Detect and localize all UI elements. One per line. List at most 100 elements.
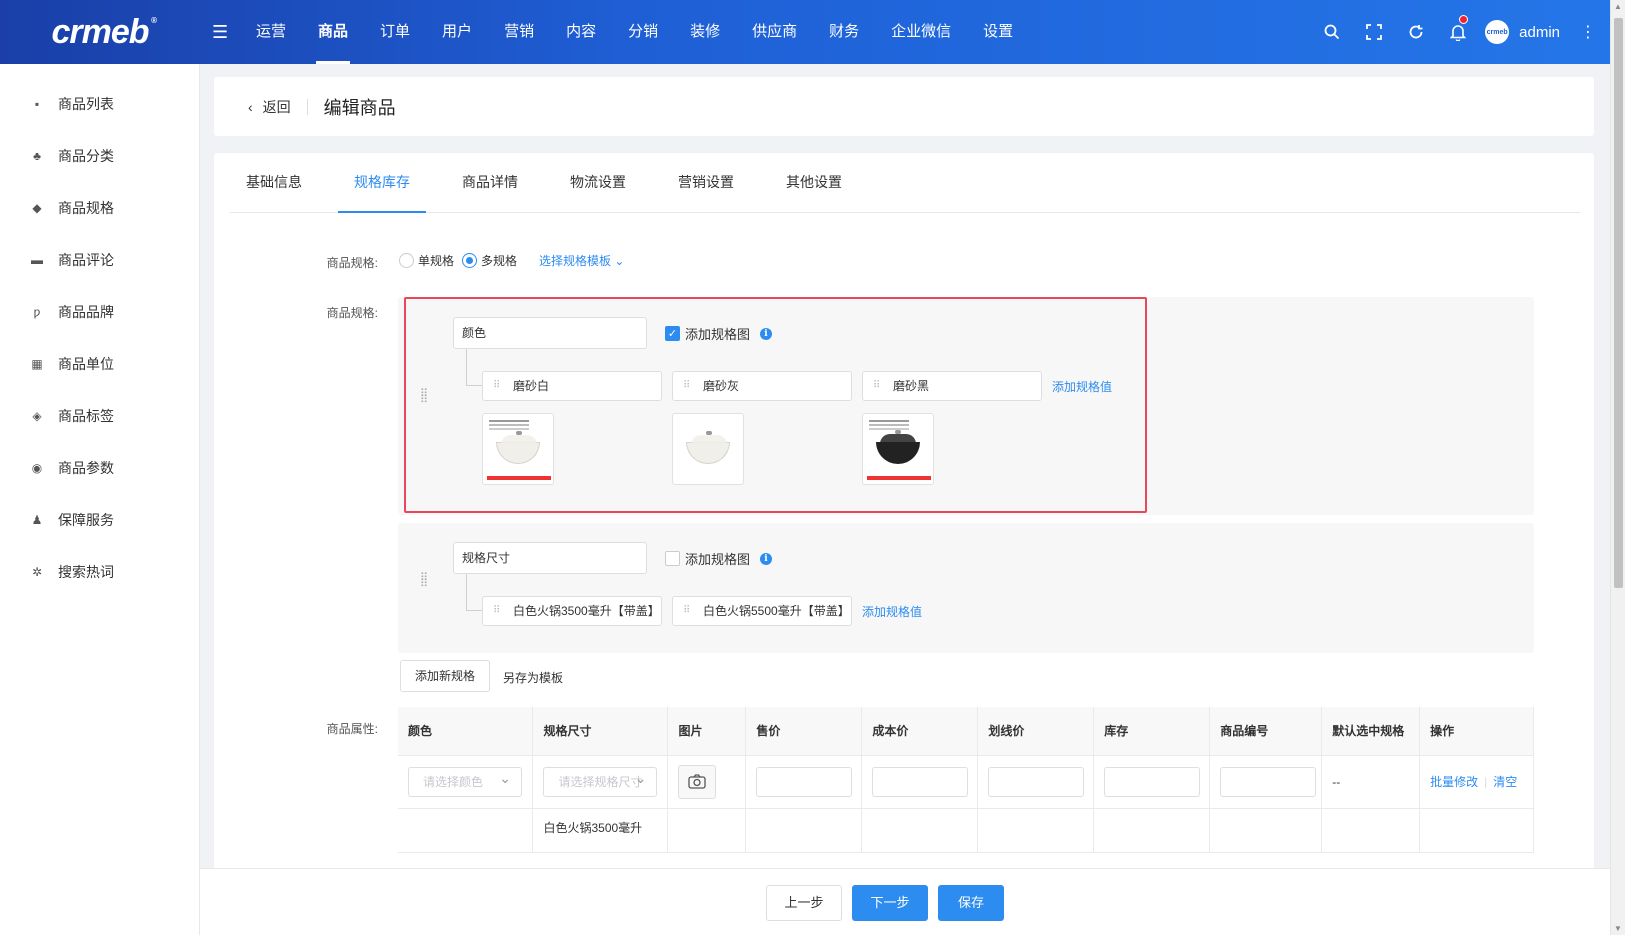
search-icon[interactable] bbox=[1311, 0, 1353, 64]
spec-value-input[interactable]: ⠿ 磨砂黑 bbox=[862, 371, 1042, 401]
nav-item-settings[interactable]: 设置 bbox=[967, 0, 1029, 64]
cost-input[interactable] bbox=[872, 766, 969, 797]
spec-label: 商品规格: bbox=[326, 306, 378, 320]
nav-item-marketing[interactable]: 营销 bbox=[488, 0, 550, 64]
single-spec-label[interactable]: 单规格 bbox=[418, 252, 454, 269]
nav-item-content[interactable]: 内容 bbox=[550, 0, 612, 64]
info-icon[interactable]: i bbox=[760, 552, 773, 565]
sidebar-item-product-params[interactable]: ◉ 商品参数 bbox=[0, 442, 199, 494]
sidebar-item-product-brand[interactable]: ƿ 商品品牌 bbox=[0, 286, 199, 338]
tab-other[interactable]: 其他设置 bbox=[770, 153, 858, 213]
bell-icon[interactable] bbox=[1437, 0, 1479, 64]
cell-price bbox=[745, 808, 863, 853]
add-new-spec-button[interactable]: 添加新规格 bbox=[400, 660, 491, 692]
camera-icon[interactable] bbox=[678, 764, 717, 799]
tab-spec-stock[interactable]: 规格库存 bbox=[338, 153, 426, 213]
nav-item-orders[interactable]: 订单 bbox=[364, 0, 426, 64]
add-spec-value-link[interactable]: 添加规格值 bbox=[1052, 378, 1112, 395]
column-header: 划线价 bbox=[977, 707, 1095, 756]
tag-icon: ◈ bbox=[32, 409, 42, 423]
logo-text: crmeb bbox=[51, 12, 149, 51]
avatar[interactable]: crmeb bbox=[1485, 20, 1510, 44]
scroll-up-icon[interactable]: ▲ bbox=[1614, 2, 1622, 11]
add-spec-image-label: 添加规格图 bbox=[685, 552, 751, 567]
tab-bar: 基础信息 规格库存 商品详情 物流设置 营销设置 其他设置 bbox=[230, 153, 1580, 213]
spec-value-input[interactable]: ⠿ 白色火锅5500毫升【带盖】 bbox=[672, 596, 852, 626]
add-spec-value-link[interactable]: 添加规格值 bbox=[862, 603, 922, 620]
nav-item-users[interactable]: 用户 bbox=[426, 0, 488, 64]
checkbox-unchecked-icon[interactable] bbox=[665, 551, 680, 566]
add-spec-image-option[interactable]: ✓ 添加规格图 i bbox=[665, 324, 773, 343]
size-select[interactable]: 请选择规格尺寸 bbox=[543, 766, 658, 797]
fullscreen-icon[interactable] bbox=[1353, 0, 1395, 64]
sidebar-item-product-category[interactable]: ♣ 商品分类 bbox=[0, 130, 199, 182]
sidebar-item-hot-search[interactable]: ✲ 搜索热词 bbox=[0, 546, 199, 598]
color-select[interactable]: 请选择颜色 bbox=[408, 764, 522, 797]
tab-logistics[interactable]: 物流设置 bbox=[554, 153, 642, 213]
add-spec-image-option[interactable]: 添加规格图 i bbox=[665, 549, 773, 568]
next-step-button[interactable]: 下一步 bbox=[852, 885, 928, 921]
tab-marketing[interactable]: 营销设置 bbox=[662, 153, 750, 213]
nav-item-products[interactable]: 商品 bbox=[302, 0, 364, 64]
nav-item-finance[interactable]: 财务 bbox=[813, 0, 875, 64]
checkbox-checked-icon[interactable]: ✓ bbox=[665, 326, 680, 341]
sidebar: ▪ 商品列表 ♣ 商品分类 ◆ 商品规格 ▬ 商品评论 ƿ 商品品牌 ▦ 商品单… bbox=[0, 64, 200, 935]
vertical-scrollbar[interactable]: ▲ ▼ bbox=[1610, 0, 1625, 935]
spec-value-input[interactable]: ⠿ 磨砂灰 bbox=[672, 371, 852, 401]
nav-item-decoration[interactable]: 装修 bbox=[674, 0, 736, 64]
nav-item-wecom[interactable]: 企业微信 bbox=[875, 0, 967, 64]
menu-toggle-icon[interactable]: ☰ bbox=[212, 22, 234, 43]
stock-input[interactable] bbox=[1104, 766, 1201, 797]
product-code-input[interactable] bbox=[1220, 766, 1317, 797]
username[interactable]: admin bbox=[1519, 24, 1560, 41]
nav-item-supplier[interactable]: 供应商 bbox=[736, 0, 813, 64]
save-as-template-link[interactable]: 另存为模板 bbox=[503, 669, 563, 686]
spec-name-input[interactable]: 规格尺寸 bbox=[453, 542, 647, 574]
top-nav: 运营 商品 订单 用户 营销 内容 分销 装修 供应商 财务 企业微信 设置 bbox=[240, 0, 1029, 64]
spec-image-white[interactable] bbox=[482, 413, 554, 485]
spec-image-black[interactable] bbox=[862, 413, 934, 485]
back-button[interactable]: ‹ 返回 bbox=[248, 97, 291, 117]
nav-item-operations[interactable]: 运营 bbox=[240, 0, 302, 64]
drag-handle-icon[interactable]: ⠿ ⠿ bbox=[420, 573, 429, 590]
cube-icon: ◆ bbox=[32, 201, 42, 215]
spec-image-gray[interactable] bbox=[672, 413, 744, 485]
sidebar-item-label: 商品单位 bbox=[58, 356, 114, 372]
grip-icon: ⠿ bbox=[683, 380, 692, 391]
spec-value-input[interactable]: ⠿ 白色火锅3500毫升【带盖】 bbox=[482, 596, 662, 626]
tab-basic-info[interactable]: 基础信息 bbox=[230, 153, 318, 213]
tree-connector bbox=[466, 574, 482, 611]
sidebar-item-product-unit[interactable]: ▦ 商品单位 bbox=[0, 338, 199, 390]
spec-name-input[interactable]: 颜色 bbox=[453, 317, 647, 349]
multi-spec-label[interactable]: 多规格 bbox=[481, 252, 517, 269]
spec-value-input[interactable]: ⠿ 磨砂白 bbox=[482, 371, 662, 401]
sidebar-item-product-comments[interactable]: ▬ 商品评论 bbox=[0, 234, 199, 286]
sidebar-item-product-list[interactable]: ▪ 商品列表 bbox=[0, 78, 199, 130]
batch-edit-link[interactable]: 批量修改 bbox=[1430, 775, 1478, 789]
select-template-link[interactable]: 选择规格模板 ⌄ bbox=[539, 252, 624, 269]
save-button[interactable]: 保存 bbox=[938, 885, 1004, 921]
scroll-down-icon[interactable]: ▼ bbox=[1614, 924, 1622, 933]
drag-handle-icon[interactable]: ⠿ ⠿ bbox=[420, 389, 429, 406]
sidebar-item-product-spec[interactable]: ◆ 商品规格 bbox=[0, 182, 199, 234]
more-icon[interactable]: ⋮ bbox=[1578, 22, 1598, 42]
refresh-icon[interactable] bbox=[1395, 0, 1437, 64]
info-icon[interactable]: i bbox=[760, 327, 773, 340]
nav-item-distribution[interactable]: 分销 bbox=[612, 0, 674, 64]
tab-product-details[interactable]: 商品详情 bbox=[446, 153, 534, 213]
attribute-table: 颜色 规格尺寸 图片 售价 成本价 划线价 库存 商品编号 默认选中规格 操作 … bbox=[398, 707, 1534, 853]
logo[interactable]: crmeb ® bbox=[0, 0, 200, 64]
radio-single-spec[interactable] bbox=[399, 253, 414, 268]
prev-step-button[interactable]: 上一步 bbox=[766, 885, 842, 921]
sidebar-item-label: 商品列表 bbox=[58, 96, 114, 112]
price-input[interactable] bbox=[756, 766, 853, 797]
radio-multi-spec[interactable] bbox=[462, 253, 478, 268]
scrollbar-thumb[interactable] bbox=[1614, 18, 1623, 588]
column-header: 成本价 bbox=[861, 707, 979, 756]
sidebar-item-guarantee-service[interactable]: ♟ 保障服务 bbox=[0, 494, 199, 546]
sidebar-item-product-tags[interactable]: ◈ 商品标签 bbox=[0, 390, 199, 442]
grip-icon: ⠿ bbox=[683, 605, 692, 616]
original-price-input[interactable] bbox=[988, 766, 1085, 797]
spec-value-text: 白色火锅3500毫升【带盖】 bbox=[513, 604, 660, 618]
clear-link[interactable]: 清空 bbox=[1493, 775, 1517, 789]
